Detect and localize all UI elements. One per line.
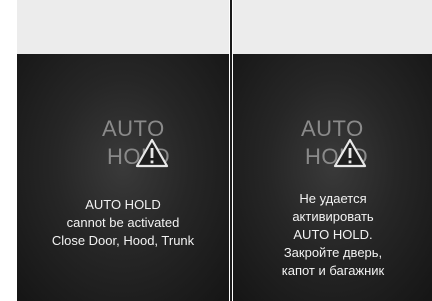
display-panel-english: AUTO HOLD AUTO HOLD cannot be activated … (17, 0, 229, 301)
panel-divider (230, 0, 232, 301)
warning-message: Не удается активировать AUTO HOLD. Закро… (233, 190, 432, 280)
auto-hold-indicator: AUTO HOLD (17, 112, 229, 182)
message-line: Закройте дверь, (283, 245, 383, 260)
message-line: AUTO HOLD. (293, 227, 373, 242)
message-line: Не удается (299, 191, 367, 206)
message-line: AUTO HOLD (85, 197, 161, 212)
message-line: активировать (292, 209, 374, 224)
display-panel-russian: AUTO HOLD Не удается активировать AUTO H… (233, 0, 432, 301)
cluster-screen: AUTO HOLD Не удается активировать AUTO H… (233, 54, 432, 301)
cluster-screen: AUTO HOLD AUTO HOLD cannot be activated … (17, 54, 229, 301)
auto-hold-indicator: AUTO HOLD (233, 112, 432, 182)
warning-triangle-icon (135, 138, 169, 168)
message-line: cannot be activated (66, 215, 180, 230)
warning-triangle-icon (333, 138, 367, 168)
message-line: Close Door, Hood, Trunk (51, 233, 195, 248)
warning-message: AUTO HOLD cannot be activated Close Door… (17, 196, 229, 250)
message-line: капот и багажник (281, 263, 385, 278)
